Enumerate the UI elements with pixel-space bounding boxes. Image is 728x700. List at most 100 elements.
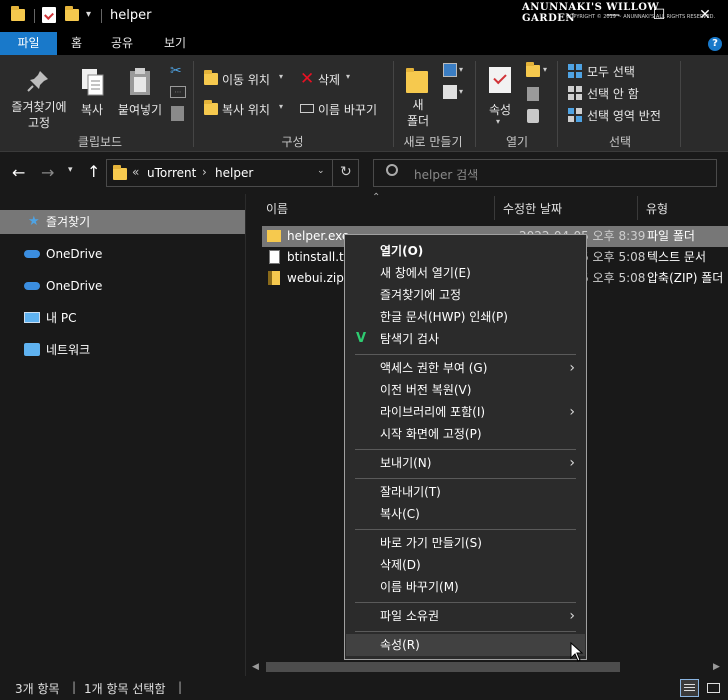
chevron-down-icon[interactable]: ▾ <box>459 65 463 74</box>
nav-item-onedrive[interactable]: OneDrive <box>0 242 245 266</box>
delete-label: 삭제 <box>318 73 341 87</box>
nav-item-label: 즐겨찾기 <box>46 215 91 229</box>
nav-item-label: OneDrive <box>46 247 103 261</box>
cut-icon[interactable]: ✂ <box>170 63 186 79</box>
clipboard-group-label: 클립보드 <box>77 135 123 149</box>
menu-item-send-to[interactable]: 보내기(N) › <box>346 452 585 474</box>
paste-label: 붙여넣기 <box>117 103 163 117</box>
menu-item-cut[interactable]: 잘라내기(T) <box>346 481 585 503</box>
new-folder-quick-icon[interactable] <box>65 6 79 21</box>
selected-count: 1개 항목 선택함 <box>84 682 166 696</box>
scrollbar-thumb[interactable] <box>266 662 620 672</box>
menu-item-copy[interactable]: 복사(C) <box>346 503 585 525</box>
new-group-label: 새로 만들기 <box>403 135 463 149</box>
tab-view[interactable]: 보기 <box>150 32 200 55</box>
breadcrumb-helper[interactable]: helper <box>215 166 253 180</box>
select-none-button[interactable]: 선택 안 함 <box>566 83 676 103</box>
breadcrumb-overflow[interactable]: « <box>132 165 139 179</box>
delete-button[interactable]: ✕ 삭제 ▾ <box>298 69 358 89</box>
menu-item-rename[interactable]: 이름 바꾸기(M) <box>346 576 585 598</box>
menu-item-pin-start[interactable]: 시작 화면에 고정(P) <box>346 423 585 445</box>
horizontal-scrollbar[interactable]: ◀ ▶ <box>246 659 728 675</box>
copy-to-button[interactable]: 복사 위치 ▾ <box>202 99 290 119</box>
address-dropdown-icon[interactable]: ⌄ <box>317 166 325 176</box>
nav-item-network[interactable]: 네트워크 <box>0 338 245 362</box>
menu-item-properties[interactable]: 속성(R) <box>346 634 585 656</box>
properties-button[interactable]: 속성 ▾ <box>482 59 518 131</box>
scroll-left-icon[interactable]: ◀ <box>252 662 259 672</box>
move-to-button[interactable]: 이동 위치 ▾ <box>202 69 290 89</box>
nav-item-this-pc[interactable]: 내 PC <box>0 306 245 330</box>
chevron-right-icon: › <box>569 608 575 624</box>
address-bar[interactable]: « uTorrent › helper ⌄ ↻ <box>106 159 359 187</box>
copy-icon <box>82 69 104 96</box>
select-all-button[interactable]: 모두 선택 <box>566 61 676 81</box>
recent-locations-button[interactable]: ▾ <box>68 165 73 175</box>
new-item-icon[interactable] <box>443 63 457 77</box>
divider <box>475 61 476 147</box>
open-icon[interactable] <box>526 62 540 77</box>
nav-item-favorites[interactable]: ★ 즐겨찾기 <box>0 210 245 234</box>
column-header-name[interactable]: 이름 <box>258 196 494 222</box>
new-folder-button[interactable]: 새 폴더 <box>400 59 436 131</box>
cloud-icon <box>24 282 40 290</box>
up-button[interactable]: ↑ <box>87 162 100 181</box>
chevron-down-icon: ▾ <box>279 102 284 111</box>
paste-shortcut-icon[interactable] <box>171 106 184 121</box>
history-icon[interactable] <box>527 109 539 123</box>
help-icon[interactable]: ? <box>708 37 722 51</box>
menu-item-create-shortcut[interactable]: 바로 가기 만들기(S) <box>346 532 585 554</box>
tab-home[interactable]: 홈 <box>57 32 96 55</box>
menu-item-pin-favorites[interactable]: 즐겨찾기에 고정 <box>346 284 585 306</box>
tab-share[interactable]: 공유 <box>97 32 147 55</box>
copy-path-icon[interactable]: ⋯ <box>170 86 186 98</box>
chevron-down-icon[interactable]: ▾ <box>543 65 547 74</box>
scroll-right-icon[interactable]: ▶ <box>713 662 720 672</box>
menu-item-open[interactable]: 열기(O) <box>346 240 585 262</box>
select-all-icon <box>568 64 582 78</box>
context-menu: 열기(O) 새 창에서 열기(E) 즐겨찾기에 고정 한글 문서(HWP) 인쇄… <box>344 234 587 660</box>
menu-item-label: 액세스 권한 부여 (G) <box>380 361 488 375</box>
menu-separator <box>355 449 576 450</box>
column-header-type[interactable]: 유형 <box>638 196 728 222</box>
organize-group-label: 구성 <box>281 135 304 149</box>
menu-item-ownership[interactable]: 파일 소유권 › <box>346 605 585 627</box>
menu-item-delete[interactable]: 삭제(D) <box>346 554 585 576</box>
menu-item-label: 라이브러리에 포함(I) <box>380 405 486 419</box>
menu-separator <box>355 631 576 632</box>
rename-label: 이름 바꾸기 <box>318 103 378 117</box>
menu-item-scan[interactable]: V 탐색기 검사 <box>346 328 585 350</box>
invert-selection-button[interactable]: 선택 영역 반전 <box>566 105 696 125</box>
paste-button[interactable]: 붙여넣기 <box>114 59 166 129</box>
folder-icon <box>11 6 25 21</box>
chevron-down-icon[interactable]: ▾ <box>459 87 463 96</box>
details-view-button[interactable] <box>680 679 699 697</box>
back-button[interactable]: ← <box>12 163 25 182</box>
search-box[interactable]: helper 검색 <box>373 159 717 187</box>
menu-item-print-hwp[interactable]: 한글 문서(HWP) 인쇄(P) <box>346 306 585 328</box>
tab-file[interactable]: 파일 <box>0 32 57 55</box>
large-icons-view-button[interactable] <box>704 679 723 697</box>
easy-access-icon[interactable] <box>443 85 457 99</box>
refresh-icon[interactable]: ↻ <box>340 164 352 180</box>
edit-icon[interactable] <box>527 87 539 101</box>
breadcrumb-utorrent[interactable]: uTorrent <box>147 166 196 180</box>
column-header-date[interactable]: 수정한 날짜 <box>495 196 637 222</box>
chevron-right-icon: › <box>202 165 207 179</box>
pin-to-favorites-button[interactable]: 즐겨찾기에 고정 <box>6 59 72 130</box>
menu-item-restore-versions[interactable]: 이전 버전 복원(V) <box>346 379 585 401</box>
forward-button[interactable]: → <box>41 163 54 182</box>
quick-access-dropdown-icon[interactable]: ▾ <box>86 9 91 20</box>
pin-icon <box>27 71 48 92</box>
menu-item-give-access[interactable]: 액세스 권한 부여 (G) › <box>346 357 585 379</box>
item-count: 3개 항목 <box>15 682 60 696</box>
copy-button[interactable]: 복사 <box>75 59 109 129</box>
nav-item-onedrive-2[interactable]: OneDrive <box>0 274 245 298</box>
menu-item-include-library[interactable]: 라이브러리에 포함(I) › <box>346 401 585 423</box>
rename-button[interactable]: 이름 바꾸기 <box>298 99 388 119</box>
divider <box>101 9 102 23</box>
select-none-label: 선택 안 함 <box>587 87 639 101</box>
menu-item-open-new-window[interactable]: 새 창에서 열기(E) <box>346 262 585 284</box>
properties-quick-icon[interactable] <box>42 7 56 23</box>
mouse-cursor-icon <box>570 642 584 662</box>
